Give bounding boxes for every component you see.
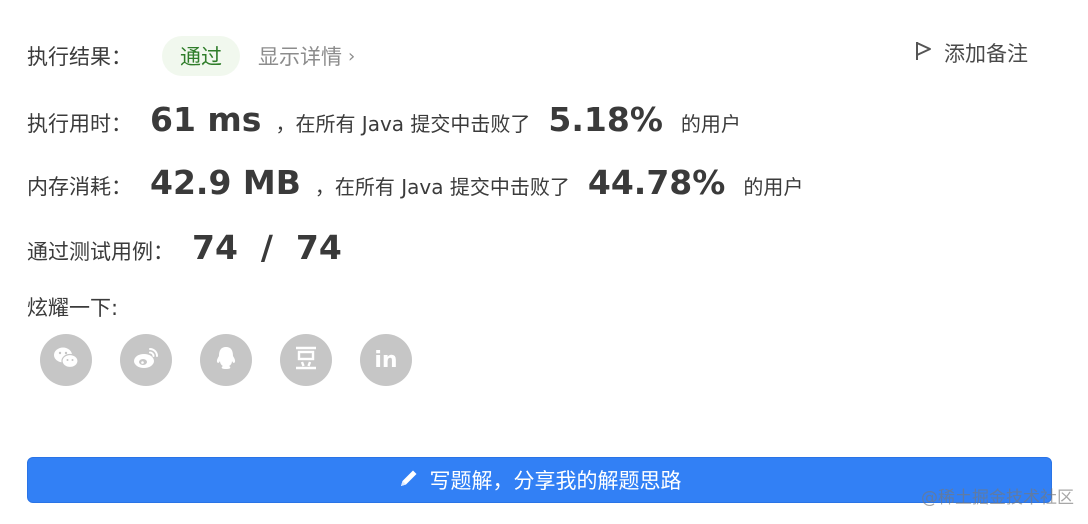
share-qq-button[interactable] — [200, 334, 252, 386]
runtime-middle-text: ，在所有 Java 提交中击败了 — [275, 112, 531, 136]
testcases-label: 通过测试用例： — [27, 240, 174, 264]
qq-icon — [211, 343, 241, 377]
share-wechat-button[interactable] — [40, 334, 92, 386]
runtime-percent: 5.18% — [548, 100, 663, 139]
share-row-label: 炫耀一下: — [27, 292, 118, 322]
memory-suffix: 的用户 — [743, 175, 804, 199]
share-weibo-button[interactable] — [120, 334, 172, 386]
status-badge: 通过 — [162, 36, 240, 76]
show-details-label: 显示详情 — [258, 45, 342, 69]
wechat-icon — [51, 343, 81, 377]
pencil-icon — [398, 467, 420, 494]
memory-middle-text: ，在所有 Java 提交中击败了 — [314, 175, 570, 199]
show-details-link[interactable]: 显示详情 › — [258, 41, 355, 71]
share-linkedin-button[interactable]: in — [360, 334, 412, 386]
runtime-label: 执行用时： — [27, 112, 132, 136]
runtime-row: 执行用时： 61 ms ，在所有 Java 提交中击败了 5.18% 的用户 — [27, 100, 741, 139]
write-solution-button[interactable]: 写题解，分享我的解题思路 — [27, 457, 1052, 503]
share-douban-button[interactable] — [280, 334, 332, 386]
write-solution-label: 写题解，分享我的解题思路 — [429, 469, 682, 493]
linkedin-icon: in — [374, 347, 398, 373]
flag-icon — [914, 40, 934, 67]
share-buttons: in — [40, 334, 412, 386]
runtime-suffix: 的用户 — [680, 112, 741, 136]
runtime-value: 61 ms — [150, 100, 262, 139]
testcases-value: 74 / 74 — [192, 228, 342, 267]
add-note-label: 添加备注 — [944, 42, 1028, 66]
result-row: 执行结果： 通过 显示详情 › — [27, 36, 355, 76]
douban-icon — [291, 343, 321, 377]
memory-label: 内存消耗： — [27, 175, 132, 199]
memory-percent: 44.78% — [587, 163, 726, 202]
weibo-icon — [131, 343, 161, 377]
add-note-button[interactable]: 添加备注 — [914, 38, 1028, 68]
share-label: 炫耀一下: — [27, 296, 119, 320]
chevron-right-icon: › — [348, 45, 356, 67]
watermark: @稀土掘金技术社区 — [921, 488, 1074, 508]
testcases-row: 通过测试用例： 74 / 74 — [27, 228, 342, 267]
result-label: 执行结果： — [27, 45, 132, 69]
submission-result-panel: 执行结果： 通过 显示详情 › 添加备注 执行用时： 61 ms ，在所有 Ja… — [0, 0, 1088, 524]
memory-value: 42.9 MB — [150, 163, 301, 202]
memory-row: 内存消耗： 42.9 MB ，在所有 Java 提交中击败了 44.78% 的用… — [27, 163, 803, 202]
